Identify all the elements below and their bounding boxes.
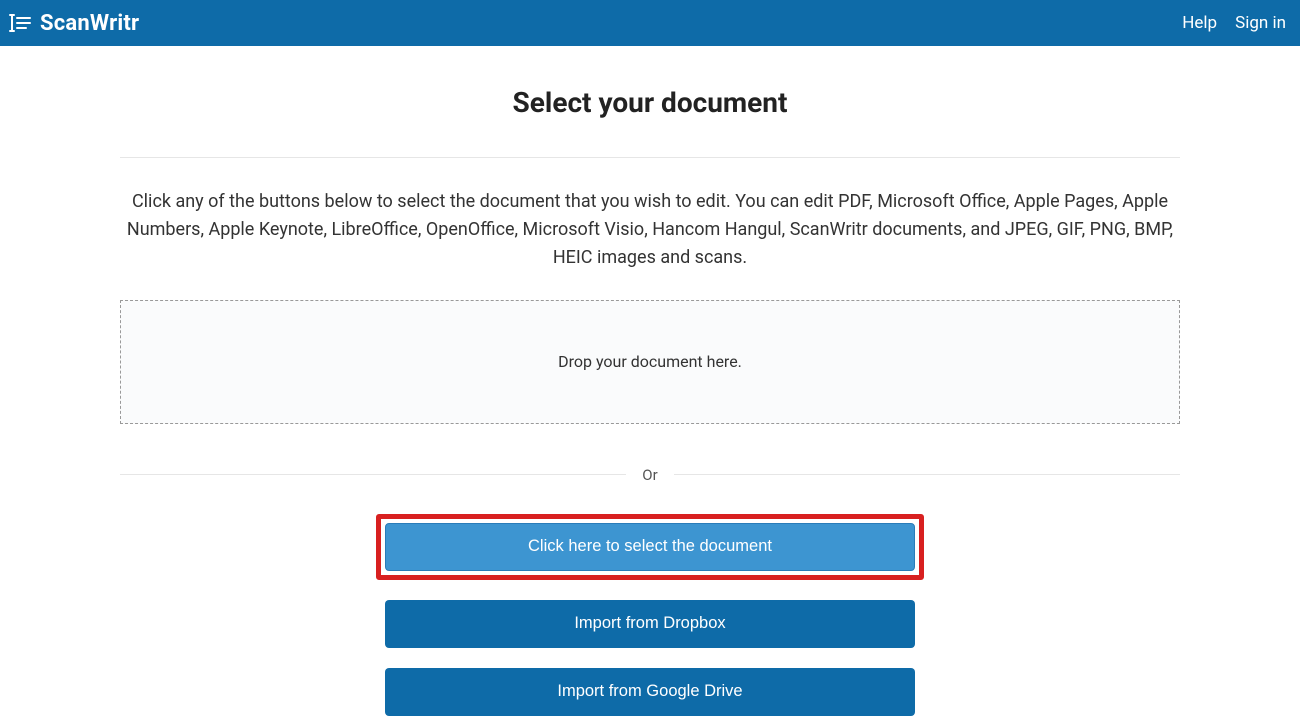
divider <box>674 474 1180 475</box>
drop-zone[interactable]: Drop your document here. <box>120 300 1180 424</box>
signin-link[interactable]: Sign in <box>1235 13 1286 33</box>
brand[interactable]: ScanWritr <box>8 11 139 36</box>
brand-name: ScanWritr <box>40 11 139 36</box>
import-buttons: Click here to select the document Import… <box>120 514 1180 716</box>
app-header: ScanWritr Help Sign in <box>0 0 1300 46</box>
divider <box>120 474 626 475</box>
help-link[interactable]: Help <box>1182 13 1217 33</box>
highlight-frame: Click here to select the document <box>376 514 924 580</box>
divider <box>120 157 1180 158</box>
import-dropbox-button[interactable]: Import from Dropbox <box>385 600 915 648</box>
or-label: Or <box>642 466 657 484</box>
description-text: Click any of the buttons below to select… <box>125 188 1175 272</box>
or-separator: Or <box>120 466 1180 484</box>
app-logo-icon <box>8 11 32 35</box>
select-document-button[interactable]: Click here to select the document <box>385 523 915 571</box>
page-title: Select your document <box>120 86 1180 119</box>
main-container: Select your document Click any of the bu… <box>120 46 1180 716</box>
header-right: Help Sign in <box>1182 13 1286 33</box>
drop-zone-label: Drop your document here. <box>558 352 742 371</box>
import-google-drive-button[interactable]: Import from Google Drive <box>385 668 915 716</box>
